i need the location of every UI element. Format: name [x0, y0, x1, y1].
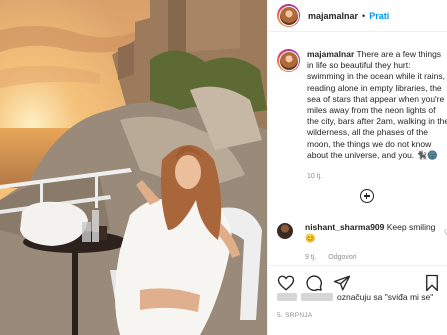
share-icon[interactable]: [333, 274, 351, 292]
caption-line: moon, the things we do not know: [307, 138, 432, 149]
commenter-avatar[interactable]: [277, 223, 293, 239]
caption-username[interactable]: majamalnar: [307, 49, 354, 59]
caption-line: sea of stars that appear when you're: [307, 93, 445, 104]
comment-text: Keep smiling: [386, 222, 436, 232]
caption-line: swimming in the ocean while it rains,: [307, 71, 445, 82]
blurred-username: [301, 293, 333, 301]
blurred-username: [277, 293, 297, 301]
comment-time[interactable]: 9 tj.: [305, 254, 316, 261]
commenter-username[interactable]: nishant_sharma909: [305, 222, 384, 232]
likes-summary[interactable]: označuju sa "sviđa mi se": [277, 292, 433, 302]
caption-line: miles away from the neon lights of: [307, 105, 436, 116]
comment-meta: 9 tj. Odgovori: [305, 252, 435, 263]
post-caption: majamalnar There are a few things in lif…: [277, 49, 447, 182]
caption-line: the city, bars after 2am, walking in the: [307, 116, 447, 127]
caption-line: in life so beautiful they hurt:: [307, 60, 411, 71]
comment-body: nishant_sharma909 Keep smiling 😊 9 tj. Od…: [305, 222, 435, 263]
post-photo[interactable]: [0, 0, 267, 335]
header-separator: •: [362, 10, 366, 21]
post-side-panel: majamalnar • Prati majamalnar There are …: [267, 0, 447, 335]
reply-button[interactable]: Odgovori: [328, 254, 356, 261]
load-more-comments-icon[interactable]: [360, 189, 374, 203]
caption-text: majamalnar There are a few things in lif…: [307, 49, 447, 182]
post-date[interactable]: 5. SRPNJA: [277, 312, 313, 319]
likes-text: označuju sa "sviđa mi se": [337, 292, 434, 302]
comment-emoji: 😊: [305, 233, 316, 243]
caption-line: wilderness, all the phases of the: [307, 127, 428, 138]
follow-button[interactable]: Prati: [369, 11, 389, 21]
caption-line: reading alone in empty libraries, the: [307, 82, 442, 93]
caption-avatar[interactable]: [277, 49, 300, 72]
caption-line: about the universe, and you. 🐈‍⬛🌚: [307, 149, 438, 160]
heart-icon[interactable]: [277, 274, 295, 292]
caption-line: There are a few things: [356, 49, 442, 59]
author-avatar[interactable]: [277, 4, 300, 27]
bookmark-icon[interactable]: [423, 274, 441, 292]
caption-time[interactable]: 10 tj.: [307, 171, 447, 182]
comment-item: nishant_sharma909 Keep smiling 😊 9 tj. Od…: [277, 222, 447, 263]
comment-icon[interactable]: [305, 274, 323, 292]
author-username[interactable]: majamalnar: [308, 11, 358, 21]
post-header: majamalnar • Prati: [268, 0, 447, 32]
